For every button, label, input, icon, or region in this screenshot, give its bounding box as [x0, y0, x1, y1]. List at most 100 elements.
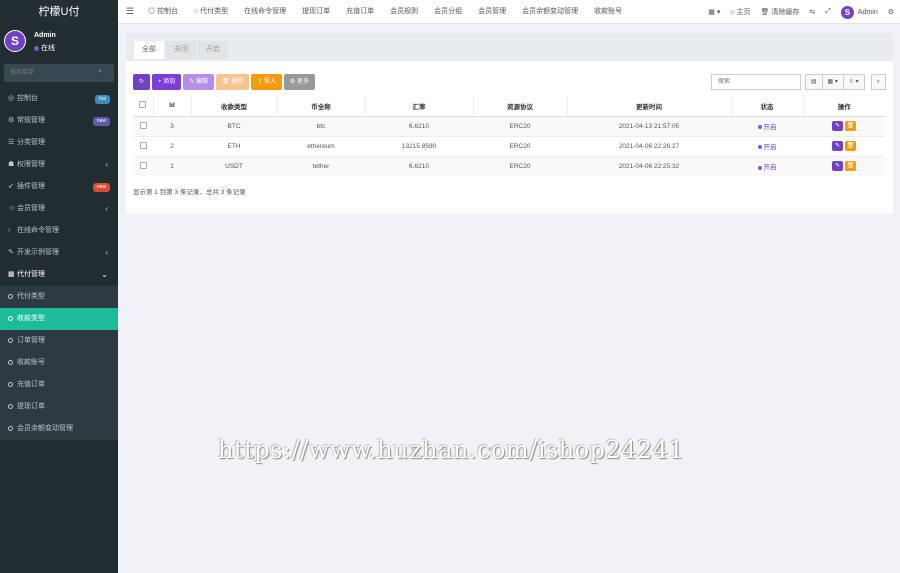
chevron-icon: ‹: [105, 248, 108, 257]
sidebar-item[interactable]: ➶ 插件管理 new: [0, 176, 118, 198]
sidebar-item[interactable]: ☺ 会员管理 ‹: [0, 198, 118, 220]
chevron-icon: ⌄: [101, 270, 108, 279]
language-icon[interactable]: ⇆: [809, 8, 815, 16]
home-link[interactable]: ⌂ 主页: [730, 7, 750, 17]
dashboard-icon: ◎: [8, 95, 15, 102]
delete-row-icon[interactable]: 🗑: [845, 121, 856, 131]
delete-button[interactable]: 🗑 删除: [215, 74, 250, 90]
cell-status[interactable]: 开启: [731, 135, 803, 156]
sidebar-item[interactable]: ✎ 开发示例管理 ‹: [0, 242, 118, 264]
top-tab[interactable]: 收款账号: [594, 0, 622, 24]
brand-logo[interactable]: 柠檬U付: [0, 0, 118, 24]
columns-menu-icon[interactable]: ▦ ▾: [821, 74, 844, 90]
toggle-view-icon[interactable]: ▤: [804, 74, 823, 90]
user-menu[interactable]: S Admin: [840, 5, 878, 19]
avatar[interactable]: S: [4, 30, 26, 52]
clear-cache-button[interactable]: 🗑 清除缓存: [761, 7, 800, 17]
export-menu-icon[interactable]: ⇩ ▾: [842, 74, 865, 90]
sidebar-menu: ◎ 控制台 hot ⚙ 常规管理 new ☰ 分类管理 ☗ 权限管理 ‹ ➶ 插件管理 new ☺ 会员管理 ‹…: [0, 88, 118, 440]
col-status[interactable]: 状态: [730, 96, 803, 117]
table-row[interactable]: 2 ETH ethereum 13215.8590 ERC20 2021-04-06 22…: [133, 135, 885, 156]
col-rate[interactable]: 汇率: [364, 96, 473, 117]
content-panel: 全部 关闭 开启 ↻ + 添加 ✎ 编辑 🗑 删除 ⇪ 导入 ⚙ 更多 ▤ ▦ …: [126, 33, 893, 214]
cell-actions: ✎ 🗑: [803, 115, 885, 136]
search-icon[interactable]: ⌕: [98, 68, 108, 78]
status-dot-icon: [757, 145, 762, 150]
layout-menu-button[interactable]: ▦ ▾: [708, 8, 720, 16]
top-tab[interactable]: ◎ 控制台: [148, 0, 178, 24]
sidebar-item[interactable]: ☗ 权限管理 ‹: [0, 154, 118, 176]
cell-status[interactable]: 开启: [731, 155, 803, 176]
settings-gear-icon[interactable]: ⚙: [888, 8, 894, 16]
menu-badge: new: [92, 183, 110, 192]
table-body: 3 BTC btc 6.6210 ERC20 2021-04-13 21:57:05 开启 ✎…: [133, 115, 885, 176]
row-checkbox[interactable]: [139, 141, 147, 149]
sidebar-subitem[interactable]: 订单管理: [0, 330, 118, 352]
row-checkbox[interactable]: [139, 121, 147, 129]
table-row[interactable]: 1 USDT tether 6.6210 ERC20 2021-04-06 22:25:3…: [133, 155, 885, 176]
top-tab[interactable]: 会员管理: [478, 0, 506, 24]
col-fullname[interactable]: 币全称: [276, 96, 365, 117]
refresh-button[interactable]: ↻: [133, 74, 151, 90]
select-all-checkbox[interactable]: [139, 101, 147, 109]
row-checkbox[interactable]: [139, 161, 147, 169]
top-tab[interactable]: 充值订单: [346, 0, 374, 24]
sidebar-item[interactable]: ▦ 代付管理 ⌄: [0, 264, 118, 286]
watermark-text: https://www.huzhan.com/ishop24241: [218, 436, 685, 464]
top-tab[interactable]: ○ 代付类型: [194, 0, 228, 24]
sidebar-toggle-icon[interactable]: ☰: [126, 6, 134, 17]
tab-open[interactable]: 开启: [198, 41, 228, 59]
edit-row-icon[interactable]: ✎: [832, 161, 843, 172]
user-status: 在线: [34, 43, 55, 53]
circle-icon: [8, 293, 13, 299]
edit-button[interactable]: ✎ 编辑: [183, 74, 214, 90]
top-tab[interactable]: 提现订单: [302, 0, 330, 24]
top-tab-label: 代付类型: [200, 8, 229, 15]
cell-fullname: btc: [277, 115, 365, 136]
sidebar-item[interactable]: ☰ 分类管理: [0, 132, 118, 154]
sidebar-subitem-label: 充值订单: [17, 381, 45, 388]
sidebar-item[interactable]: ◎ 控制台 hot: [0, 88, 118, 110]
more-button[interactable]: ⚙ 更多: [283, 74, 315, 90]
sidebar-subitem[interactable]: 充值订单: [0, 374, 118, 396]
delete-row-icon[interactable]: 🗑: [845, 161, 856, 172]
sidebar-item[interactable]: ⚙ 常规管理 new: [0, 110, 118, 132]
sidebar-item-label: 控制台: [17, 95, 38, 102]
table-toolbar: ↻ + 添加 ✎ 编辑 🗑 删除 ⇪ 导入 ⚙ 更多: [133, 74, 317, 90]
add-button[interactable]: + 添加: [152, 74, 182, 90]
top-tab[interactable]: 会员分组: [434, 0, 462, 24]
col-type[interactable]: 收款类型: [190, 96, 277, 117]
sidebar-subitem[interactable]: 收款类型: [0, 308, 118, 330]
sidebar-subitem[interactable]: 提现订单: [0, 396, 118, 418]
top-tab[interactable]: 会员余额变动管理: [522, 0, 578, 24]
sidebar-subitem[interactable]: 会员余额变动管理: [0, 418, 118, 440]
fullscreen-icon[interactable]: ⤢: [825, 8, 831, 16]
edit-row-icon[interactable]: ✎: [832, 141, 843, 151]
tab-closed[interactable]: 关闭: [166, 41, 196, 59]
top-tab[interactable]: 在线命令管理: [244, 0, 286, 24]
sidebar-item-label: 分类管理: [17, 139, 45, 146]
col-id[interactable]: Id: [152, 96, 191, 117]
col-updated[interactable]: 更新时间: [566, 96, 731, 117]
sidebar-subitem[interactable]: 收款账号: [0, 352, 118, 374]
admin-label: Admin: [857, 8, 878, 16]
table-row[interactable]: 3 BTC btc 6.6210 ERC20 2021-04-13 21:57:05 开启 ✎…: [133, 115, 885, 136]
advanced-search-icon[interactable]: ⌕: [870, 74, 886, 90]
table-search-input[interactable]: [710, 74, 801, 90]
edit-row-icon[interactable]: ✎: [832, 121, 843, 131]
tab-all[interactable]: 全部: [134, 41, 164, 59]
delete-row-icon[interactable]: 🗑: [845, 141, 856, 151]
sidebar-search-input[interactable]: [4, 64, 94, 82]
top-tab[interactable]: 会员规则: [390, 0, 418, 24]
circle-icon: [8, 315, 13, 321]
import-button[interactable]: ⇪ 导入: [251, 74, 282, 90]
cell-status[interactable]: 开启: [731, 115, 803, 136]
status-label: 开启: [763, 144, 777, 151]
col-protocol[interactable]: 资源协议: [472, 96, 567, 117]
row-select-cell: [133, 135, 153, 156]
circle-icon: [8, 381, 13, 387]
sidebar-subitem[interactable]: 代付类型: [0, 286, 118, 308]
rocket-icon: ➶: [8, 183, 14, 190]
col-actions: 操作: [802, 96, 885, 117]
sidebar-item[interactable]: › 在线命令管理: [0, 220, 118, 242]
